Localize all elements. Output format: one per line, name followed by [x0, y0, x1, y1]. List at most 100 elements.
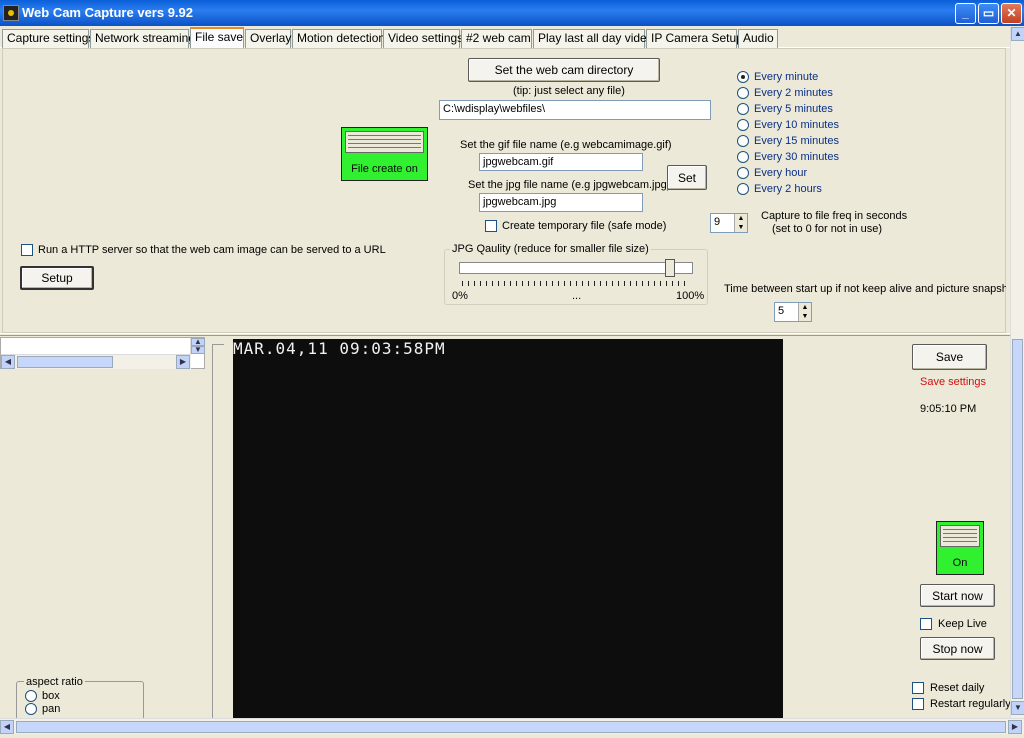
- freq-radio[interactable]: [737, 183, 749, 195]
- aspect-pan-radio[interactable]: [25, 703, 37, 715]
- freq-radio[interactable]: [737, 87, 749, 99]
- tab-ip-camera-setup[interactable]: IP Camera Setup: [646, 29, 743, 48]
- file-create-label: File create on: [351, 163, 418, 175]
- webcam-app-icon[interactable]: [3, 5, 19, 21]
- scroll-right-arrow-icon[interactable]: ▶: [1008, 720, 1022, 734]
- freq-radio[interactable]: [737, 119, 749, 131]
- indicator-lines-icon: [345, 131, 424, 153]
- maximize-button[interactable]: ▭: [978, 3, 999, 24]
- capture-freq-label: Capture to file freq in seconds: [761, 210, 908, 222]
- title-bar: Web Cam Capture vers 9.92 _ ▭ ✕: [0, 0, 1024, 26]
- panel-splitter[interactable]: [0, 333, 1010, 336]
- jpg-quality-slider-track[interactable]: [459, 262, 693, 274]
- capture-on-indicator[interactable]: On: [936, 521, 984, 575]
- scroll-left-arrow-icon[interactable]: ◀: [1, 355, 15, 369]
- restart-regularly-checkbox[interactable]: [912, 698, 924, 710]
- capture-freq-spinner[interactable]: 9 ▲ ▼: [710, 213, 748, 233]
- directory-field[interactable]: C:\wdisplay\webfiles\: [439, 100, 711, 120]
- source-list[interactable]: ▲ ▼ ◀ ▶: [0, 337, 205, 369]
- aspect-box-radio[interactable]: [25, 690, 37, 702]
- reset-daily-label: Reset daily: [930, 682, 985, 694]
- spinner-arrows-icon[interactable]: ▲ ▼: [798, 303, 811, 321]
- jpg-quality-max: 100%: [676, 290, 705, 302]
- capture-on-label: On: [952, 557, 968, 569]
- reset-daily-checkbox[interactable]: [912, 682, 924, 694]
- jpg-quality-ticks: [462, 281, 690, 286]
- aspect-box-label: box: [42, 690, 60, 702]
- directory-tip: (tip: just select any file): [513, 85, 625, 97]
- tab-file-save[interactable]: File save: [190, 27, 244, 49]
- freq-label: Every hour: [754, 167, 808, 179]
- freq-radio[interactable]: [737, 151, 749, 163]
- jpg-name-label: Set the jpg file name (e.g jpgwebcam.jpg…: [468, 179, 671, 191]
- freq-radio[interactable]: [737, 135, 749, 147]
- freq-label: Every 2 hours: [754, 183, 822, 195]
- save-settings-label: Save settings: [920, 376, 987, 388]
- source-list-vscroll[interactable]: ▲ ▼: [190, 338, 205, 354]
- capture-freq-hint: (set to 0 for not in use): [772, 223, 883, 235]
- http-server-label: Run a HTTP server so that the web cam im…: [38, 244, 386, 256]
- stop-now-button[interactable]: Stop now: [920, 637, 995, 660]
- video-timestamp: MAR.04,11 09:03:58PM: [233, 339, 446, 358]
- tab-audio[interactable]: Audio: [738, 29, 778, 48]
- freq-radio[interactable]: [737, 71, 749, 83]
- set-web-cam-directory-button[interactable]: Set the web cam directory: [468, 58, 660, 82]
- scroll-left-arrow-icon[interactable]: ◀: [0, 720, 14, 734]
- aspect-ratio-title: aspect ratio: [24, 676, 85, 688]
- freq-radio[interactable]: [737, 103, 749, 115]
- jpg-quality-title: JPG Qaulity (reduce for smaller file siz…: [450, 243, 651, 255]
- scroll-up-arrow-icon[interactable]: ▲: [1011, 27, 1024, 41]
- source-list-hscroll[interactable]: ◀ ▶: [1, 354, 191, 369]
- jpg-quality-slider-thumb[interactable]: [665, 259, 676, 277]
- freq-label: Every minute: [754, 71, 819, 83]
- freq-label: Every 2 minutes: [754, 87, 833, 99]
- tab-second-web-cam[interactable]: #2 web cam: [461, 29, 532, 48]
- tab-motion-detection[interactable]: Motion detection: [292, 29, 385, 48]
- tab-network-streaming[interactable]: Network streaming: [90, 29, 195, 48]
- main-vertical-scrollbar[interactable]: ▼: [1010, 337, 1024, 718]
- tab-bar: Capture settings Network streaming File …: [0, 27, 1024, 49]
- spinner-arrows-icon[interactable]: ▲ ▼: [734, 214, 747, 232]
- jpg-name-field[interactable]: jpgwebcam.jpg: [479, 193, 643, 212]
- freq-label: Every 10 minutes: [754, 119, 839, 131]
- hscroll-thumb[interactable]: [16, 721, 1006, 733]
- window-title: Web Cam Capture vers 9.92: [22, 5, 193, 20]
- http-setup-button[interactable]: Setup: [20, 266, 94, 290]
- gif-name-label: Set the gif file name (e.g webcamimage.g…: [460, 139, 672, 151]
- freq-label: Every 15 minutes: [754, 135, 839, 147]
- startup-interval-value: 5: [778, 305, 785, 317]
- set-filename-button[interactable]: Set: [667, 165, 707, 190]
- freq-radio[interactable]: [737, 167, 749, 179]
- freq-label: Every 30 minutes: [754, 151, 839, 163]
- temp-file-label: Create temporary file (safe mode): [502, 220, 667, 232]
- jpg-quality-mid: ...: [572, 290, 582, 302]
- startup-interval-label: Time between start up if not keep alive …: [724, 283, 1006, 295]
- keep-live-label: Keep Live: [938, 618, 987, 630]
- vscroll-thumb[interactable]: [1012, 339, 1023, 699]
- save-button[interactable]: Save: [912, 344, 987, 370]
- scroll-right-arrow-icon[interactable]: ▶: [176, 355, 190, 369]
- jpg-quality-min: 0%: [452, 290, 468, 302]
- tab-video-settings[interactable]: Video settings: [383, 29, 463, 48]
- tab-capture-settings[interactable]: Capture settings: [2, 29, 94, 48]
- temp-file-checkbox[interactable]: [485, 220, 497, 232]
- tab-play-last-all-day-video[interactable]: Play last all day video: [533, 29, 653, 48]
- http-server-checkbox[interactable]: [21, 244, 33, 256]
- close-button[interactable]: ✕: [1001, 3, 1022, 24]
- minimize-button[interactable]: _: [955, 3, 976, 24]
- start-now-button[interactable]: Start now: [920, 584, 995, 607]
- startup-interval-spinner[interactable]: 5 ▲ ▼: [774, 302, 812, 322]
- webcam-video-view[interactable]: MAR.04,11 09:03:58PM: [233, 339, 783, 719]
- aspect-pan-label: pan: [42, 703, 61, 715]
- tab-overlay[interactable]: Overlay: [245, 29, 291, 48]
- indicator-lines-icon: [940, 525, 980, 547]
- restart-regularly-label: Restart regularly: [930, 698, 1011, 710]
- hscroll-thumb[interactable]: [17, 356, 113, 368]
- file-create-indicator[interactable]: File create on: [341, 127, 428, 181]
- gif-name-field[interactable]: jpgwebcam.gif: [479, 153, 643, 171]
- scroll-down-arrow-icon[interactable]: ▼: [191, 346, 205, 354]
- scroll-down-arrow-icon[interactable]: ▼: [1011, 701, 1024, 715]
- top-vertical-scrollbar[interactable]: ▲: [1010, 27, 1024, 337]
- keep-live-checkbox[interactable]: [920, 618, 932, 630]
- main-horizontal-scrollbar[interactable]: ◀ ▶: [0, 718, 1024, 734]
